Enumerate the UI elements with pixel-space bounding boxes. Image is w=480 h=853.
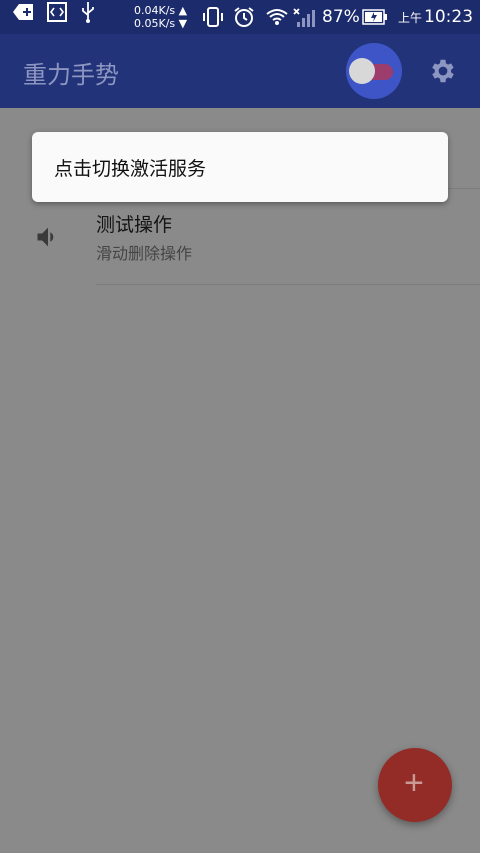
net-up: 0.04K/s ▲: [134, 4, 188, 17]
status-bar: 0.04K/s ▲ 0.05K/s ▼ 87% 上午 10:23: [0, 0, 480, 34]
list-item-subtitle: 滑动删除操作: [96, 244, 193, 263]
usb-icon: [76, 0, 100, 24]
list-divider: [96, 284, 480, 285]
list-item-title: 测试操作: [96, 214, 173, 236]
speaker-icon: [34, 223, 62, 251]
plus-icon: +: [404, 764, 424, 802]
battery-charging-icon: [362, 0, 388, 34]
toggle-thumb: [349, 58, 375, 84]
clock-am: 上午: [398, 10, 423, 25]
clock: 上午 10:23: [398, 0, 473, 34]
back-notification-icon: [12, 0, 36, 24]
app-bar: 重力手势: [0, 34, 480, 108]
add-button[interactable]: +: [378, 748, 452, 822]
alarm-icon: [233, 0, 255, 34]
service-toggle[interactable]: [346, 43, 402, 99]
signal-icon: [293, 0, 317, 34]
settings-gear-icon[interactable]: [428, 56, 458, 86]
hint-card[interactable]: 点击切换激活服务: [32, 132, 448, 202]
clock-time: 10:23: [424, 7, 474, 27]
hint-text: 点击切换激活服务: [54, 158, 207, 180]
net-down: 0.05K/s ▼: [134, 17, 188, 30]
list-item[interactable]: 测试操作 滑动删除操作: [0, 189, 480, 285]
network-speed: 0.04K/s ▲ 0.05K/s ▼: [134, 0, 187, 34]
vibrate-icon: [202, 0, 224, 34]
wifi-icon: [265, 0, 289, 34]
app-title: 重力手势: [23, 61, 119, 89]
code-icon: [45, 0, 69, 24]
battery-percent: 87%: [322, 7, 360, 27]
